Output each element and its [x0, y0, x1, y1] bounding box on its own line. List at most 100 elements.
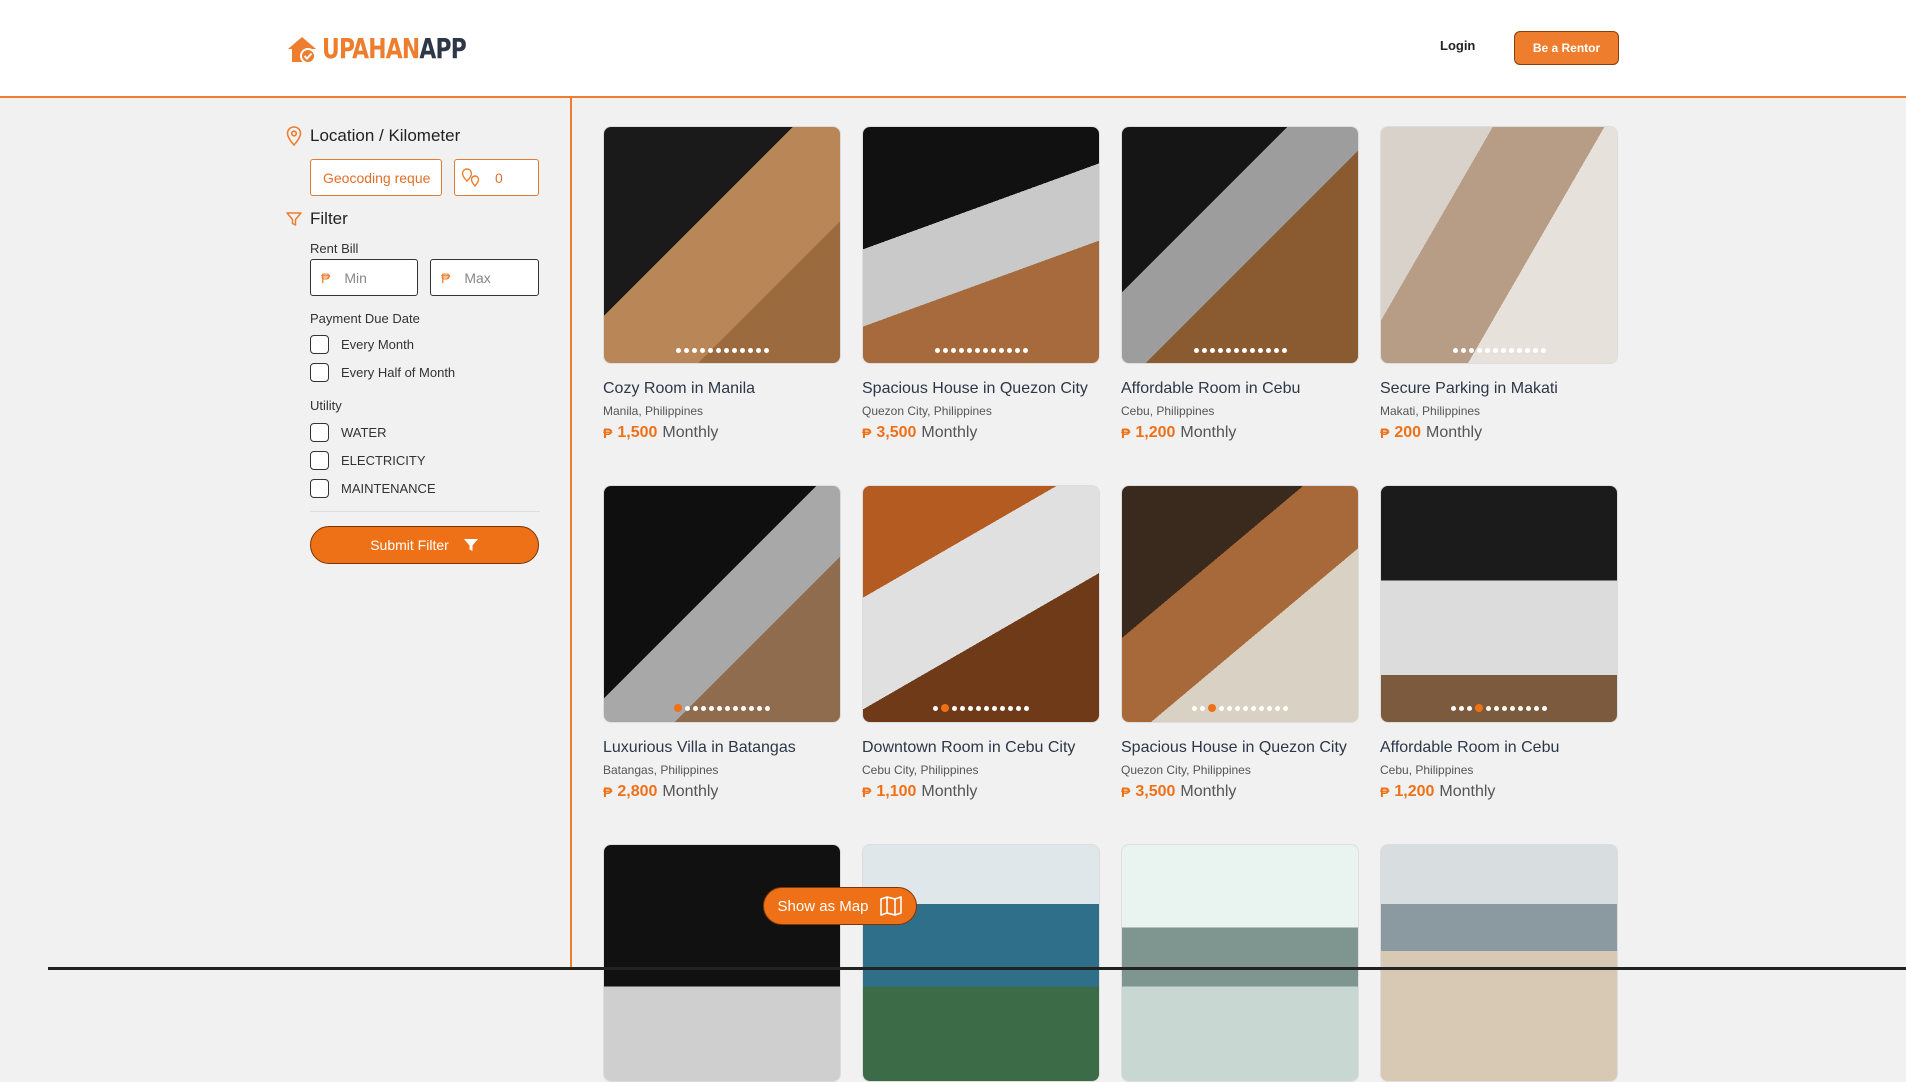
- listing-card[interactable]: Affordable Room in Cebu Cebu, Philippines…: [1380, 485, 1618, 801]
- carousel-dot[interactable]: [1208, 704, 1216, 712]
- carousel-dot[interactable]: [1249, 348, 1255, 353]
- carousel-dot[interactable]: [1267, 705, 1272, 711]
- listing-card[interactable]: [1380, 844, 1618, 1082]
- app-logo[interactable]: UPAHANAPP: [286, 32, 507, 65]
- geocode-location-input[interactable]: Geocoding reque: [310, 159, 442, 196]
- utility-option-electricity[interactable]: ELECTRICITY: [310, 451, 426, 470]
- carousel-dot[interactable]: [1265, 348, 1271, 353]
- carousel-dot[interactable]: [725, 705, 730, 711]
- carousel-dot[interactable]: [1233, 348, 1239, 353]
- carousel-dot[interactable]: [952, 705, 957, 711]
- carousel-dot[interactable]: [1275, 705, 1280, 711]
- carousel-dot[interactable]: [674, 704, 682, 712]
- listing-card[interactable]: Spacious House in Quezon City Quezon City…: [1121, 485, 1359, 801]
- listing-photo[interactable]: [1121, 126, 1359, 364]
- listing-photo[interactable]: [1121, 844, 1359, 1082]
- listing-card[interactable]: [603, 844, 841, 1082]
- carousel-dot[interactable]: [990, 348, 996, 353]
- checkbox[interactable]: [310, 363, 329, 382]
- carousel-dot[interactable]: [739, 348, 745, 353]
- carousel-dot[interactable]: [1510, 705, 1515, 711]
- login-link[interactable]: Login: [1440, 38, 1475, 53]
- carousel-dot[interactable]: [723, 348, 729, 353]
- carousel-dot[interactable]: [1000, 705, 1005, 711]
- listing-photo[interactable]: [603, 844, 841, 1082]
- checkbox[interactable]: [310, 451, 329, 470]
- carousel-dot[interactable]: [1460, 348, 1466, 353]
- listing-title[interactable]: Luxurious Villa in Batangas: [603, 739, 841, 757]
- carousel-dot[interactable]: [968, 705, 973, 711]
- checkbox[interactable]: [310, 335, 329, 354]
- carousel-dot[interactable]: [1192, 705, 1197, 711]
- show-as-map-button[interactable]: Show as Map: [763, 887, 917, 925]
- carousel-dot[interactable]: [950, 348, 956, 353]
- carousel-dot[interactable]: [731, 348, 737, 353]
- listing-title[interactable]: Spacious House in Quezon City: [862, 380, 1100, 398]
- listing-card[interactable]: Cozy Room in Manila Manila, Philippines ₱ 1…: [603, 126, 841, 442]
- carousel-dot[interactable]: [1281, 348, 1287, 353]
- carousel-dot[interactable]: [1492, 348, 1498, 353]
- carousel-dot[interactable]: [1508, 348, 1514, 353]
- carousel-dot[interactable]: [693, 705, 698, 711]
- carousel-dot[interactable]: [1251, 705, 1256, 711]
- carousel-dot[interactable]: [1024, 705, 1029, 711]
- carousel-dot[interactable]: [982, 348, 988, 353]
- listing-card[interactable]: [1121, 844, 1359, 1082]
- carousel-dot[interactable]: [1209, 348, 1215, 353]
- carousel-dot[interactable]: [1273, 348, 1279, 353]
- listing-card[interactable]: Spacious House in Quezon City Quezon City…: [862, 126, 1100, 442]
- carousel-dot[interactable]: [934, 348, 940, 353]
- listing-card[interactable]: Luxurious Villa in Batangas Batangas, Phi…: [603, 485, 841, 801]
- carousel-dot[interactable]: [960, 705, 965, 711]
- carousel-dot[interactable]: [733, 705, 738, 711]
- carousel-dot[interactable]: [1534, 705, 1539, 711]
- carousel-dot[interactable]: [1500, 348, 1506, 353]
- payment-option-half-month[interactable]: Every Half of Month: [310, 363, 455, 382]
- listing-card[interactable]: Downtown Room in Cebu City Cebu City, Phi…: [862, 485, 1100, 801]
- listing-photo[interactable]: [603, 126, 841, 364]
- listing-card[interactable]: Affordable Room in Cebu Cebu, Philippines…: [1121, 126, 1359, 442]
- carousel-dot[interactable]: [709, 705, 714, 711]
- carousel-dot[interactable]: [1243, 705, 1248, 711]
- listing-photo[interactable]: [1121, 485, 1359, 723]
- utility-option-water[interactable]: WATER: [310, 423, 387, 442]
- carousel-dot[interactable]: [675, 348, 681, 353]
- carousel-dot[interactable]: [992, 705, 997, 711]
- listing-photo[interactable]: [1380, 485, 1618, 723]
- carousel-dot[interactable]: [1475, 704, 1483, 712]
- carousel-dot[interactable]: [1524, 348, 1530, 353]
- carousel-dot[interactable]: [1241, 348, 1247, 353]
- carousel-dot[interactable]: [958, 348, 964, 353]
- carousel-dot[interactable]: [1542, 705, 1547, 711]
- carousel-dot[interactable]: [741, 705, 746, 711]
- carousel-dot[interactable]: [974, 348, 980, 353]
- carousel-dot[interactable]: [1235, 705, 1240, 711]
- carousel-dot[interactable]: [1526, 705, 1531, 711]
- listing-title[interactable]: Affordable Room in Cebu: [1380, 739, 1618, 757]
- listing-card[interactable]: [862, 844, 1100, 1082]
- checkbox[interactable]: [310, 479, 329, 498]
- listing-photo[interactable]: [1380, 126, 1618, 364]
- carousel-dot[interactable]: [1257, 348, 1263, 353]
- carousel-dot[interactable]: [998, 348, 1004, 353]
- carousel-dot[interactable]: [1486, 705, 1491, 711]
- carousel-dot[interactable]: [1476, 348, 1482, 353]
- checkbox[interactable]: [310, 423, 329, 442]
- listing-photo[interactable]: [862, 485, 1100, 723]
- carousel-dot[interactable]: [1494, 705, 1499, 711]
- carousel-dot[interactable]: [683, 348, 689, 353]
- carousel-dot[interactable]: [1516, 348, 1522, 353]
- carousel-dot[interactable]: [1008, 705, 1013, 711]
- carousel-dot[interactable]: [1532, 348, 1538, 353]
- listing-title[interactable]: Downtown Room in Cebu City: [862, 739, 1100, 757]
- be-a-rentor-button[interactable]: Be a Rentor: [1514, 31, 1619, 65]
- carousel-dot[interactable]: [941, 704, 949, 712]
- carousel-dot[interactable]: [976, 705, 981, 711]
- carousel-dot[interactable]: [1016, 705, 1021, 711]
- carousel-dot[interactable]: [1467, 705, 1472, 711]
- carousel-dot[interactable]: [1468, 348, 1474, 353]
- kilometer-input[interactable]: 0: [454, 159, 539, 196]
- carousel-dot[interactable]: [1006, 348, 1012, 353]
- carousel-dot[interactable]: [1459, 705, 1464, 711]
- carousel-dot[interactable]: [1451, 705, 1456, 711]
